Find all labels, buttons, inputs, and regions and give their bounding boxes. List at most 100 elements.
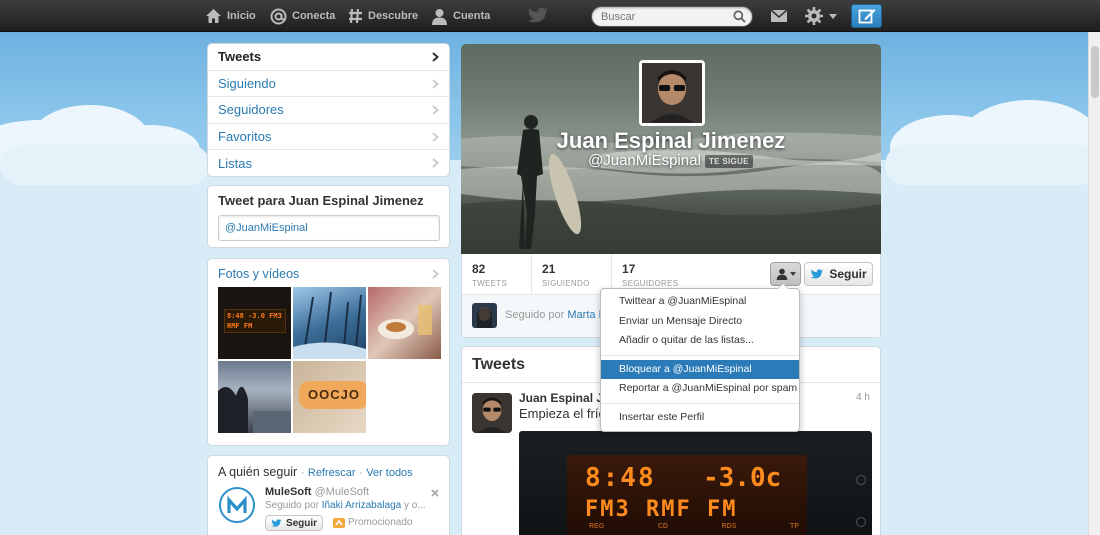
bird-icon <box>271 518 282 527</box>
top-navigation-bar: Inicio Conecta Descubre Cuenta <box>0 0 1100 32</box>
winter-trees-image <box>293 291 366 359</box>
compose-tweet-button[interactable] <box>851 4 882 28</box>
nav-home[interactable]: Inicio <box>205 0 256 32</box>
photo-thumbnail[interactable] <box>293 287 366 359</box>
sidebar-item-label: Seguidores <box>218 102 284 118</box>
photo-thumbnail[interactable] <box>368 287 441 359</box>
suggestion-follow-label: Seguir <box>285 517 318 529</box>
sidebar-item-followers[interactable]: Seguidores <box>208 97 449 124</box>
menu-separator <box>602 402 798 404</box>
followed-by-name[interactable]: Iñaki Arrizabalaga <box>322 500 402 511</box>
menu-item-embed-profile[interactable]: Insertar este Perfil <box>601 408 799 428</box>
menu-item-report-spam[interactable]: Reportar a @JuanMiEspinal por spam <box>601 379 799 399</box>
sidebar-item-tweets[interactable]: Tweets <box>208 44 449 71</box>
stat-following[interactable]: 21 SIGUIENDO <box>532 254 612 294</box>
radio-indicator: CD <box>657 523 668 530</box>
sidebar-item-label: Listas <box>218 155 252 171</box>
promoted-tag: Promocionado <box>333 517 412 528</box>
sidebar-item-favorites[interactable]: Favoritos <box>208 124 449 150</box>
follow-button[interactable]: Seguir <box>804 262 873 286</box>
twitter-bird-logo[interactable] <box>527 0 554 32</box>
sidebar-item-following[interactable]: Siguiendo <box>208 71 449 97</box>
view-all-link[interactable]: Ver todos <box>366 467 412 479</box>
sidebar-item-lists[interactable]: Listas <box>208 150 449 176</box>
promoted-icon <box>333 517 345 528</box>
profile-handle: @JuanMiEspinal <box>588 152 701 169</box>
page-scrollbar[interactable] <box>1088 32 1100 535</box>
background-cloud <box>0 145 210 185</box>
radio-display: 8:48 -3.0c FM3 RMF FM REG CD RDS TP <box>567 455 807 535</box>
separator-dot: · <box>359 467 363 479</box>
scrollbar-thumb[interactable] <box>1091 46 1099 98</box>
followed-by-prefix: Seguido por <box>505 309 565 321</box>
photo-thumbnail[interactable]: 8:48 -3.0 FM3 RMF FM <box>218 287 291 359</box>
photo-thumbnail[interactable]: OOCJO <box>293 361 366 433</box>
chevron-right-icon <box>432 158 439 168</box>
user-actions-dropdown: Twittear a @JuanMiEspinal Enviar un Mens… <box>600 283 800 432</box>
nav-connect[interactable]: Conecta <box>270 0 335 32</box>
suggestion-follow-button[interactable]: Seguir <box>265 515 323 531</box>
messages-button[interactable] <box>770 0 793 32</box>
photos-videos-panel: Fotos y vídeos 8:48 -3.0 FM3 RMF FM OOCJ… <box>207 258 450 446</box>
person-icon <box>776 268 787 280</box>
nav-connect-label: Conecta <box>292 10 336 22</box>
search-input[interactable] <box>601 7 731 26</box>
suggestion-followed-by: Seguido por Iñaki Arrizabalaga y o... <box>265 500 426 511</box>
settings-menu-button[interactable] <box>804 0 842 32</box>
followed-by-suffix: y o... <box>404 500 426 511</box>
menu-separator <box>602 354 798 356</box>
stat-value: 21 <box>542 262 556 276</box>
tweet-text: Empieza el frío!! <box>519 406 613 421</box>
nav-account[interactable]: Cuenta <box>431 0 490 32</box>
menu-item-block[interactable]: Bloquear a @JuanMiEspinal <box>601 359 799 379</box>
followed-by-prefix: Seguido por <box>265 500 319 511</box>
radio-time: 8:48 <box>585 463 656 493</box>
photos-videos-title[interactable]: Fotos y vídeos <box>218 267 299 281</box>
photo-caption: OOCJO <box>299 381 366 409</box>
stat-tweets[interactable]: 82 TWEETS <box>462 254 532 294</box>
lake-trees-image <box>218 386 291 433</box>
food-table-image <box>378 305 432 339</box>
menu-item-direct-message[interactable]: Enviar un Mensaje Directo <box>601 312 799 332</box>
tweet-author-avatar[interactable] <box>472 393 512 433</box>
mulesoft-avatar[interactable] <box>219 487 255 523</box>
chevron-right-icon <box>432 78 439 89</box>
hash-icon <box>349 8 362 24</box>
compose-icon <box>858 9 875 24</box>
suggestion-handle: @MuleSoft <box>314 486 370 498</box>
dropdown-caret <box>777 283 789 289</box>
tweet-photo[interactable]: 8:48 -3.0c FM3 RMF FM REG CD RDS TP <box>519 431 872 535</box>
chevron-down-icon <box>789 272 796 276</box>
refresh-link[interactable]: Refrescar <box>308 467 356 479</box>
tweets-stream-title: Tweets <box>472 356 526 373</box>
followed-by-text: Seguido por Marta E <box>505 309 606 321</box>
nav-home-label: Inicio <box>227 10 256 22</box>
menu-item-lists[interactable]: Añadir o quitar de las listas... <box>601 331 799 351</box>
sidebar-item-label: Tweets <box>218 49 262 65</box>
background-cloud <box>885 145 1100 185</box>
gear-icon <box>805 7 823 25</box>
promoted-label: Promocionado <box>348 517 413 528</box>
follower-avatar[interactable] <box>472 303 497 328</box>
tweet-author-name[interactable]: Juan Espinal Ji <box>519 391 606 405</box>
tweet-timestamp[interactable]: 4 h <box>856 392 870 403</box>
dismiss-icon[interactable] <box>431 489 439 497</box>
profile-avatar[interactable] <box>639 60 705 126</box>
sidebar-item-label: Siguiendo <box>218 75 276 91</box>
chevron-right-icon <box>432 52 439 62</box>
chevron-right-icon <box>432 105 439 115</box>
suggestion-name[interactable]: MuleSoft <box>265 486 311 498</box>
tweet-to-input[interactable]: @JuanMiEspinal <box>218 215 440 241</box>
stat-value: 82 <box>472 262 486 276</box>
nav-discover[interactable]: Descubre <box>348 0 418 32</box>
radio-temp: -3.0c <box>703 463 782 493</box>
tweet-to-title: Tweet para Juan Espinal Jimenez <box>218 193 424 208</box>
who-to-follow-title: A quién seguir <box>218 465 298 479</box>
home-icon <box>206 9 221 23</box>
sidebar-item-label: Favoritos <box>218 128 272 144</box>
search-icon[interactable] <box>733 10 746 23</box>
radio-indicators: REG CD RDS TP <box>589 523 799 530</box>
menu-item-tweet-to[interactable]: Twittear a @JuanMiEspinal <box>601 292 799 312</box>
photo-thumbnail[interactable] <box>218 361 291 433</box>
stat-label: SEGUIDORES <box>622 279 679 288</box>
